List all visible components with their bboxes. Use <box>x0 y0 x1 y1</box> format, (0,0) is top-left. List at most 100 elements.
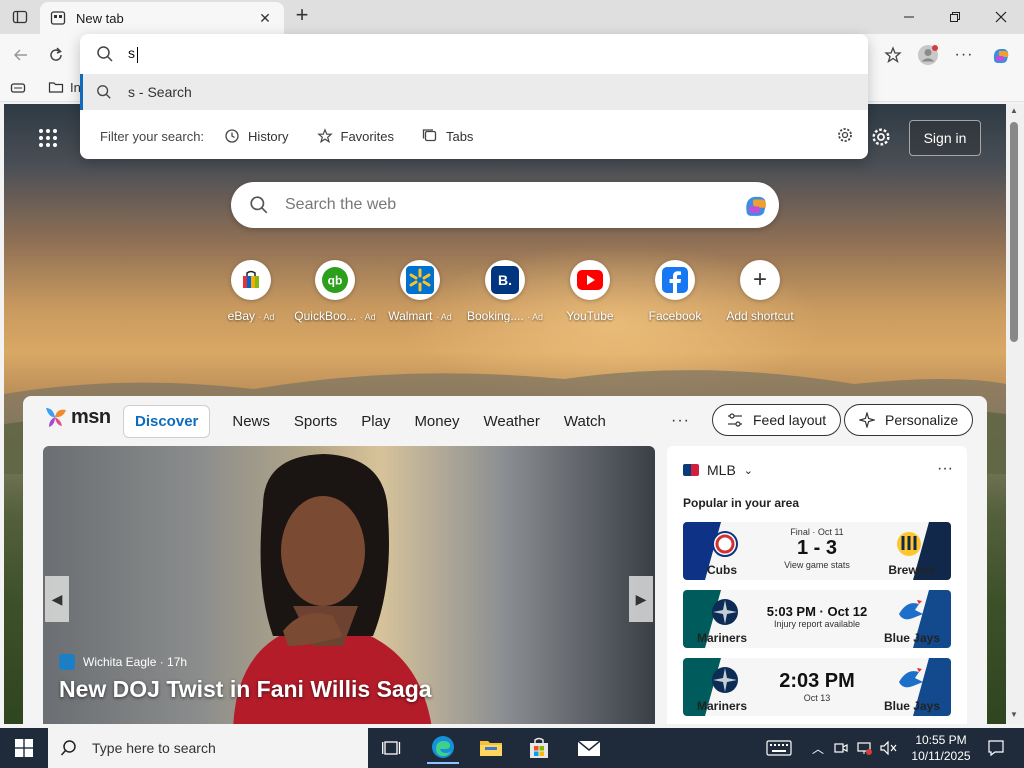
page-settings-button[interactable] <box>870 126 892 153</box>
nav-play[interactable]: Play <box>361 413 390 430</box>
youtube-icon <box>577 270 603 290</box>
taskbar: Type here to search ︿ 10:55 PM 10/11/202… <box>0 728 1024 768</box>
msn-butterfly-icon <box>46 408 66 427</box>
scroll-down-icon[interactable]: ▼ <box>1010 710 1018 719</box>
restore-icon <box>950 12 960 22</box>
sign-in-button[interactable]: Sign in <box>909 120 981 156</box>
taskbar-file-explorer-button[interactable] <box>475 732 507 764</box>
minimize-button[interactable] <box>886 0 932 34</box>
search-icon <box>97 46 113 62</box>
taskbar-store-button[interactable] <box>523 732 555 764</box>
shortcut-booking[interactable]: B. Booking.... · Ad <box>462 260 548 323</box>
nav-discover[interactable]: Discover <box>123 404 211 438</box>
personalize-button[interactable]: Personalize <box>844 404 974 436</box>
copilot-icon <box>993 49 1009 63</box>
suggestion-item[interactable]: s - Search <box>80 74 868 110</box>
game-score: Final · Oct 11 1 - 3 View game stats <box>784 527 850 570</box>
tab-actions-icon <box>12 10 28 24</box>
nav-news[interactable]: News <box>232 413 270 430</box>
chevron-up-icon[interactable]: ︿ <box>812 740 824 757</box>
filter-tabs[interactable]: Tabs <box>422 128 473 144</box>
walmart-spark-icon <box>406 266 434 294</box>
mlb-header[interactable]: MLB ⌄ <box>683 462 753 478</box>
favbar-item[interactable]: In <box>48 79 81 95</box>
reading-icon[interactable] <box>10 80 26 101</box>
notifications-button[interactable] <box>980 732 1012 764</box>
refresh-button[interactable] <box>43 42 69 68</box>
close-window-button[interactable] <box>978 0 1024 34</box>
taskbar-edge-button[interactable] <box>427 732 459 764</box>
star-icon <box>316 128 333 144</box>
hero-story-card[interactable]: ◀ ▶ Wichita Eagle · 17h New DOJ Twist in… <box>43 446 655 724</box>
game-time: 2:03 PM Oct 13 <box>779 670 855 703</box>
scroll-thumb[interactable] <box>1010 122 1018 342</box>
meet-now-icon[interactable] <box>834 741 848 755</box>
mlb-subtitle: Popular in your area <box>683 496 800 510</box>
shortcut-ebay[interactable]: eBay · Ad <box>208 260 294 323</box>
nav-weather[interactable]: Weather <box>483 413 539 430</box>
add-shortcut-button[interactable]: + Add shortcut <box>717 260 803 323</box>
restore-button[interactable] <box>932 0 978 34</box>
refresh-icon <box>50 47 62 61</box>
msn-wordmark: msn <box>71 405 111 428</box>
shortcut-facebook[interactable]: Facebook <box>632 260 718 323</box>
taskbar-search-box[interactable]: Type here to search <box>48 728 368 768</box>
notification-icon <box>988 740 1004 757</box>
copilot-search-button[interactable] <box>741 190 771 225</box>
nav-money[interactable]: Money <box>414 413 459 430</box>
apps-grid-button[interactable] <box>38 128 58 153</box>
tab-title: New tab <box>76 10 124 26</box>
filter-favorites[interactable]: Favorites <box>316 128 394 144</box>
more-menu-button[interactable]: ··· <box>951 42 977 68</box>
page-scrollbar[interactable]: ▲ ▼ <box>1006 104 1024 724</box>
web-search-box[interactable]: Search the web <box>231 182 779 228</box>
new-tab-button[interactable]: + <box>290 4 314 28</box>
feed-layout-button[interactable]: Feed layout <box>712 404 842 436</box>
ellipsis-icon: ··· <box>954 46 974 63</box>
shortcut-walmart[interactable]: Walmart · Ad <box>377 260 463 323</box>
mlb-more-button[interactable]: ··· <box>937 460 953 478</box>
hero-headline[interactable]: New DOJ Twist in Fani Willis Saga <box>59 676 432 703</box>
title-bar: New tab ✕ + <box>0 0 1024 34</box>
carousel-next-button[interactable]: ▶ <box>629 576 653 622</box>
scroll-up-icon[interactable]: ▲ <box>1010 106 1018 115</box>
tab-actions-button[interactable] <box>8 6 32 28</box>
address-query: s <box>128 45 138 63</box>
nav-watch[interactable]: Watch <box>564 413 606 430</box>
favorites-star-button[interactable] <box>880 42 906 68</box>
game-card[interactable]: Mariners 5:03 PM · Oct 12 Injury report … <box>683 590 951 648</box>
keyboard-icon[interactable] <box>766 740 792 756</box>
msn-logo[interactable]: msn <box>43 404 111 430</box>
volume-muted-icon[interactable] <box>880 741 898 755</box>
taskbar-clock[interactable]: 10:55 PM 10/11/2025 <box>908 732 974 764</box>
shortcut-quickbooks[interactable]: qb QuickBoo... · Ad <box>292 260 378 323</box>
tab-new-tab[interactable]: New tab ✕ <box>40 2 284 34</box>
game-card[interactable]: Cubs Final · Oct 11 1 - 3 View game stat… <box>683 522 951 580</box>
tab-close-icon[interactable]: ✕ <box>256 10 274 27</box>
back-button[interactable] <box>8 42 34 68</box>
game-card[interactable]: Mariners 2:03 PM Oct 13 Blue Jays <box>683 658 951 716</box>
copilot-icon <box>746 196 766 216</box>
facebook-icon <box>662 267 688 293</box>
taskbar-mail-button[interactable] <box>573 732 605 764</box>
nav-more-button[interactable]: ··· <box>671 412 690 430</box>
start-button[interactable] <box>8 732 40 764</box>
ebay-bag-icon <box>243 270 259 288</box>
copilot-button[interactable] <box>988 42 1014 68</box>
shortcuts-row: eBay · Ad qb QuickBoo... · Ad Walmart · … <box>228 260 810 330</box>
network-icon[interactable] <box>856 741 873 755</box>
carousel-prev-button[interactable]: ◀ <box>45 576 69 622</box>
search-settings-button[interactable] <box>836 126 854 149</box>
suggestion-text: s - Search <box>128 84 192 100</box>
filter-history[interactable]: History <box>224 128 289 144</box>
profile-button[interactable] <box>915 42 941 68</box>
star-icon <box>884 46 902 64</box>
history-icon <box>225 129 239 143</box>
address-bar-input[interactable]: s <box>80 34 868 74</box>
shortcut-youtube[interactable]: YouTube <box>547 260 633 323</box>
nav-sports[interactable]: Sports <box>294 413 337 430</box>
edge-icon <box>432 736 454 758</box>
web-search-placeholder: Search the web <box>285 196 397 213</box>
task-view-button[interactable] <box>376 732 408 764</box>
mail-icon <box>577 740 601 756</box>
